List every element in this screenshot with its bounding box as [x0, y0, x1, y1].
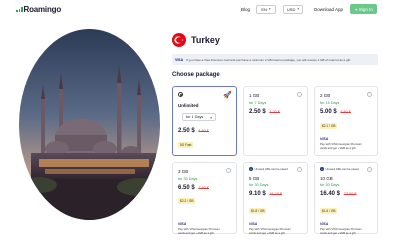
package-duration: for 30 Days [249, 183, 269, 187]
package-duration: for 15 Days [320, 101, 340, 105]
package-price-row: 2.50 $ 4.80 $ [178, 128, 209, 134]
package-price-per-gb: $2.1 / GB [320, 123, 338, 129]
visa-logo: VISA [175, 57, 184, 62]
country-title: Turkey [191, 35, 220, 45]
package-price-per-gb: $1.6 / GB [320, 208, 338, 214]
visa-logo: VISA [249, 222, 258, 226]
logo-text: Roamingo [23, 5, 62, 14]
package-price-row: 5.00 $ 5.80 $ [320, 109, 351, 115]
nav-blog-link[interactable]: Blog [241, 7, 250, 12]
language-select[interactable]: EN ▾ [256, 4, 276, 14]
package-price: 5.00 $ [320, 109, 337, 115]
package-price-per-gb: $2.2 / GB [178, 198, 196, 204]
package-price: 2.50 $ [249, 109, 266, 115]
package-card-10gb[interactable]: ∞ Unused GBs can be saved 10 GB for 30 D… [314, 162, 378, 234]
saved-gb-tag: ∞ Unused GBs can be saved [320, 167, 359, 171]
package-speed-badge: 5G Fast [178, 142, 194, 148]
package-old-price: 4.20 $ [269, 110, 280, 114]
package-radio[interactable] [297, 92, 302, 97]
logo-icon [16, 7, 23, 12]
chevron-down-icon: ▾ [297, 7, 300, 11]
package-price: 16.40 $ [320, 191, 341, 197]
sign-in-button[interactable]: ⇥ Sign In [350, 4, 377, 14]
days-select-value: for 1 Days [186, 115, 204, 119]
saved-gb-text: Unused GBs can be saved [254, 167, 288, 171]
package-card-1gb[interactable]: 1 GB for 7 Days 2.50 $ 4.20 $ [243, 86, 308, 156]
infinity-icon: ∞ [249, 167, 253, 171]
package-title: 5 GB [249, 176, 260, 181]
package-radio[interactable] [297, 167, 302, 172]
logo[interactable]: Roamingo [16, 5, 61, 14]
visa-promo-text: If you have a Visa Premium card and purc… [186, 57, 351, 62]
visa-logo: VISA [178, 222, 187, 226]
package-card-unlimited[interactable]: 🚀 Unlimited for 1 Days ▾ 2.50 $ 4.80 $ 5… [172, 86, 237, 156]
visa-promo-banner: VISA If you have a Visa Premium card and… [172, 54, 378, 65]
package-duration: for 30 Days [320, 183, 340, 187]
visa-gift-text: Pay with VISA Georgian Premium cards and… [178, 227, 220, 235]
package-radio[interactable] [178, 92, 183, 97]
saved-gb-text: Unused GBs can be saved [325, 167, 359, 171]
package-price-row: 6.50 $ 7.80 $ [178, 185, 209, 191]
infinity-icon: ∞ [320, 167, 324, 171]
turkey-flag-icon [172, 33, 186, 47]
package-card-2gb[interactable]: 2 GB for 15 Days 5.00 $ 5.80 $ $2.1 / GB… [314, 86, 378, 156]
package-price: 2.50 $ [178, 128, 195, 134]
mosque-illustration [19, 29, 160, 220]
package-title: 2 GB [320, 93, 331, 98]
package-price-row: 9.10 $ 16.20 $ [249, 191, 282, 197]
package-old-price: 7.80 $ [198, 186, 209, 190]
package-title: 10 GB [320, 176, 333, 181]
visa-logo: VISA [320, 137, 329, 141]
country-hero-image [19, 29, 160, 220]
top-header: Roamingo Blog EN ▾ USD ▾ Download App ⇥ … [0, 0, 400, 20]
visa-logo: VISA [320, 222, 329, 226]
package-old-price: 16.20 $ [269, 192, 283, 196]
sign-in-label: Sign In [358, 6, 373, 12]
currency-value: USD [286, 6, 296, 12]
package-title: 1 GB [249, 93, 260, 98]
visa-gift-text: Pay with VISA Georgian Premium cards and… [320, 142, 362, 150]
language-value: EN [261, 6, 267, 12]
package-price-row: 16.40 $ 27.00 $ [320, 191, 356, 197]
package-duration: for 7 Days [249, 101, 267, 105]
package-price-per-gb: $1.8 / GB [249, 208, 267, 214]
package-price: 6.50 $ [178, 185, 195, 191]
choose-package-heading: Choose package [172, 72, 220, 78]
currency-select[interactable]: USD ▾ [283, 4, 303, 14]
login-icon: ⇥ [354, 6, 358, 12]
download-app-link[interactable]: Download App [314, 7, 343, 12]
package-price-row: 2.50 $ 4.20 $ [249, 109, 280, 115]
package-card-5gb[interactable]: ∞ Unused GBs can be saved 5 GB for 30 Da… [243, 162, 308, 234]
package-duration: for 30 Days [178, 177, 198, 181]
package-radio[interactable] [367, 167, 372, 172]
visa-gift-text: Pay with VISA Georgian Premium cards and… [320, 227, 362, 235]
package-radio[interactable] [226, 168, 231, 173]
package-old-price: 27.00 $ [343, 192, 357, 196]
package-old-price: 4.80 $ [198, 129, 209, 133]
package-card-3gb[interactable]: 3 GB for 30 Days 6.50 $ 7.80 $ $2.2 / GB… [172, 162, 237, 234]
package-title: 3 GB [178, 169, 189, 174]
package-price: 9.10 $ [249, 191, 266, 197]
visa-gift-text: Pay with VISA Georgian Premium cards and… [249, 227, 291, 235]
chevron-down-icon: ▾ [210, 116, 212, 120]
days-select[interactable]: for 1 Days ▾ [182, 113, 216, 121]
package-old-price: 5.80 $ [340, 110, 351, 114]
package-radio[interactable] [367, 92, 372, 97]
package-title: Unlimited [178, 103, 199, 108]
saved-gb-tag: ∞ Unused GBs can be saved [249, 167, 288, 171]
chevron-down-icon: ▾ [268, 7, 271, 11]
rocket-icon: 🚀 [223, 92, 232, 99]
